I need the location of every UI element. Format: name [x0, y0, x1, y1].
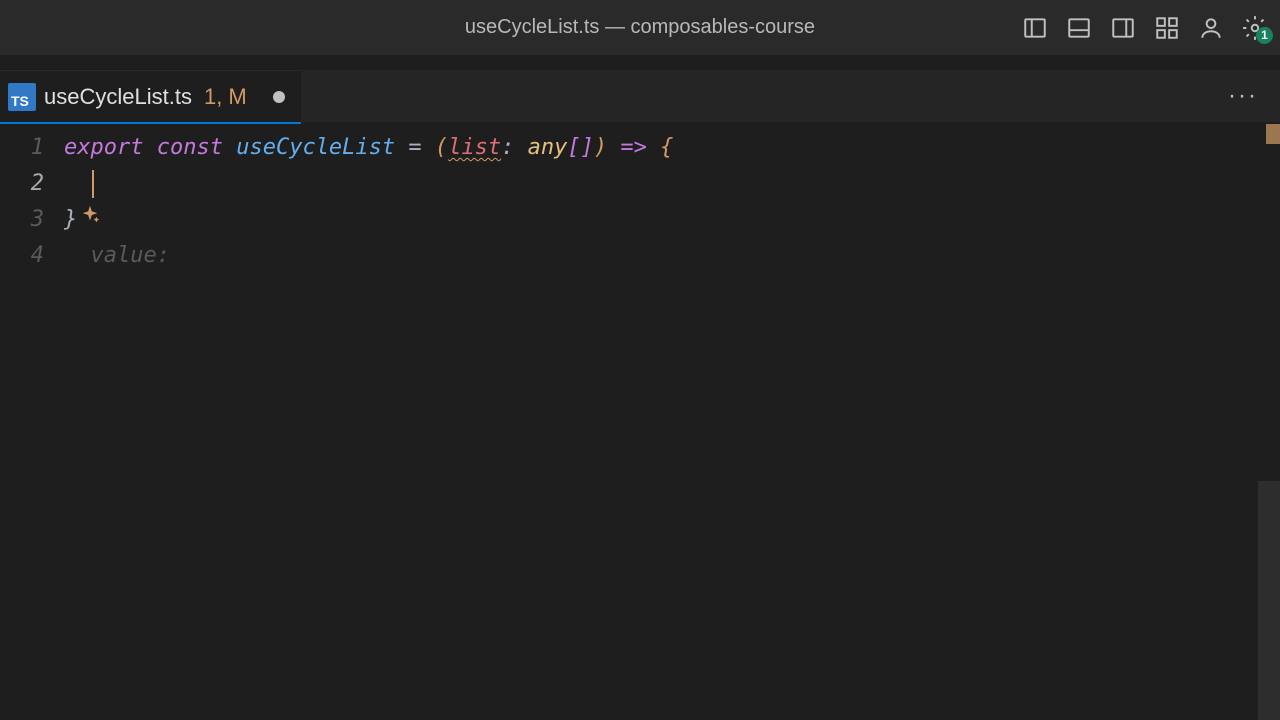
ghost-suggestion: value:: [64, 243, 170, 268]
typescript-icon: TS: [8, 83, 36, 111]
tab-usecyclelist[interactable]: TS useCycleList.ts 1, M: [0, 70, 301, 122]
tab-more-button[interactable]: ···: [1228, 82, 1258, 110]
layout-grid-icon[interactable]: [1154, 15, 1180, 41]
line-number: 2: [0, 166, 64, 202]
tab-status: 1, M: [204, 84, 247, 110]
code-line-3: }: [64, 202, 1280, 238]
settings-button[interactable]: 1: [1242, 15, 1268, 41]
cursor: [92, 170, 94, 198]
line-number: 1: [0, 130, 64, 166]
settings-badge: 1: [1256, 27, 1273, 44]
title-actions: 1: [1022, 15, 1268, 41]
account-icon[interactable]: [1198, 15, 1224, 41]
panel-right-icon[interactable]: [1110, 15, 1136, 41]
tab-filename: useCycleList.ts: [44, 84, 192, 110]
line-number: 3: [0, 202, 64, 238]
minimap[interactable]: [1262, 122, 1280, 720]
code-content[interactable]: export const useCycleList = (list: any[]…: [64, 122, 1280, 720]
editor-area[interactable]: 1 2 3 4 export const useCycleList = (lis…: [0, 122, 1280, 720]
sparkle-icon[interactable]: [79, 202, 101, 238]
unsaved-indicator-icon: [273, 91, 285, 103]
panel-bottom-icon[interactable]: [1066, 15, 1092, 41]
minimap-warning-mark: [1266, 124, 1280, 144]
tab-bar: TS useCycleList.ts 1, M ···: [0, 70, 1280, 122]
line-number: 4: [0, 238, 64, 274]
panel-left-icon[interactable]: [1022, 15, 1048, 41]
code-line-4: value:: [64, 238, 1280, 274]
window-title: useCycleList.ts — composables-course: [465, 16, 815, 39]
code-line-2: [64, 166, 1280, 202]
gutter: 1 2 3 4: [0, 122, 64, 720]
title-bar: useCycleList.ts — composables-course 1: [0, 0, 1280, 55]
code-line-1: export const useCycleList = (list: any[]…: [64, 130, 1280, 166]
scrollbar[interactable]: [1258, 481, 1280, 720]
